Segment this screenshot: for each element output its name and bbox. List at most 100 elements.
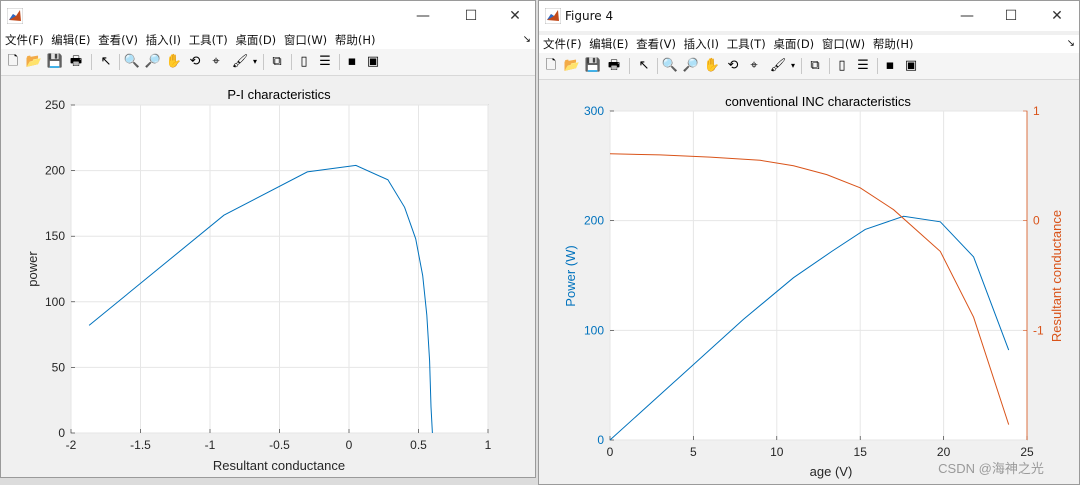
menu-edit[interactable]: 编辑(E) (585, 35, 628, 53)
pan-hand-icon[interactable]: ✋ (703, 57, 721, 75)
menu-tools[interactable]: 工具(T) (723, 35, 766, 53)
brush-icon[interactable]: 🖌 (769, 57, 787, 75)
menu-tools[interactable]: 工具(T) (185, 31, 228, 49)
menu-help[interactable]: 帮助(H) (869, 35, 914, 53)
menu-bar: 文件(F) 编辑(E) 查看(V) 插入(I) 工具(T) 桌面(D) 窗口(W… (1, 31, 535, 49)
y-tick-label: 200 (45, 164, 65, 178)
x-tick-label: -1.5 (130, 438, 151, 452)
y-tick-label: 100 (45, 295, 65, 309)
figure-toolbar: 🗋 📂 💾 🖶 ↖ 🔍 🔎 ✋ ⟲ ⌖ 🖌 ▾ ⧉ ▯ ☰ ▪ ▣ (539, 53, 1079, 80)
menu-view[interactable]: 查看(V) (94, 31, 138, 49)
rotate-3d-icon[interactable]: ⟲ (186, 53, 204, 71)
x-tick-label: 15 (854, 445, 868, 459)
link-plot-icon[interactable]: ⧉ (268, 53, 286, 71)
figure-window-1: — ☐ ✕ 文件(F) 编辑(E) 查看(V) 插入(I) 工具(T) 桌面(D… (0, 0, 536, 478)
y2-tick-label: 0 (1033, 214, 1040, 228)
x-tick-label: -0.5 (269, 438, 290, 452)
print-icon[interactable]: 🖶 (67, 53, 85, 71)
legend-icon[interactable]: ☰ (854, 57, 872, 75)
y-tick-label: 0 (597, 433, 604, 447)
y-tick-label: 200 (584, 214, 604, 228)
x-tick-label: 5 (690, 445, 697, 459)
save-icon[interactable]: 💾 (46, 53, 64, 71)
menu-desktop[interactable]: 桌面(D) (231, 31, 276, 49)
menu-window[interactable]: 窗口(W) (818, 35, 865, 53)
new-figure-icon[interactable]: 🗋 (4, 53, 22, 71)
select-arrow-icon[interactable]: ↖ (635, 57, 653, 75)
zoom-in-icon[interactable]: 🔍 (123, 53, 141, 71)
x-axis-label: Resultant conductance (213, 458, 345, 473)
open-file-icon[interactable]: 📂 (563, 57, 581, 75)
menu-insert[interactable]: 插入(I) (142, 31, 181, 49)
menu-edit[interactable]: 编辑(E) (47, 31, 90, 49)
show-plot-tools-icon[interactable]: ▣ (364, 53, 382, 71)
menu-help[interactable]: 帮助(H) (331, 31, 376, 49)
window-title: Figure 4 (565, 9, 614, 23)
pan-hand-icon[interactable]: ✋ (165, 53, 183, 71)
minimize-button[interactable]: — (401, 1, 445, 31)
menu-file[interactable]: 文件(F) (539, 35, 582, 53)
print-icon[interactable]: 🖶 (605, 57, 623, 75)
x-tick-label: 0 (346, 438, 353, 452)
zoom-out-icon[interactable]: 🔎 (144, 53, 162, 71)
link-plot-icon[interactable]: ⧉ (806, 57, 824, 75)
pi-characteristics-chart[interactable]: -2 -1.5 -1 -0.5 0 0.5 1 0 50 100 150 200 250 P-I cha… (1, 75, 536, 478)
rotate-3d-icon[interactable]: ⟲ (724, 57, 742, 75)
brush-dropdown-icon[interactable]: ▾ (251, 53, 259, 71)
minimize-button[interactable]: — (945, 1, 989, 31)
x-tick-label: 10 (770, 445, 784, 459)
maximize-button[interactable]: ☐ (449, 1, 493, 31)
figure-toolbar: 🗋 📂 💾 🖶 ↖ 🔍 🔎 ✋ ⟲ ⌖ 🖌 ▾ ⧉ ▯ ☰ ▪ ▣ (1, 49, 535, 76)
figure-window-2: Figure 4 — ☐ ✕ 文件(F) 编辑(E) 查看(V) 插入(I) 工… (538, 0, 1080, 485)
title-bar: Figure 4 — ☐ ✕ (539, 1, 1079, 31)
close-button[interactable]: ✕ (1035, 1, 1079, 31)
zoom-in-icon[interactable]: 🔍 (661, 57, 679, 75)
colorbar-icon[interactable]: ▯ (833, 57, 851, 75)
chart-title: conventional INC characteristics (725, 94, 911, 109)
chart-title: P-I characteristics (227, 87, 331, 102)
x-tick-label: 20 (937, 445, 951, 459)
menu-desktop[interactable]: 桌面(D) (769, 35, 814, 53)
new-figure-icon[interactable]: 🗋 (542, 57, 560, 75)
y-tick-label: 300 (584, 104, 604, 118)
y-tick-label: 50 (52, 360, 66, 374)
hide-plot-tools-icon[interactable]: ▪ (343, 53, 361, 71)
x-axis-label: age (V) (810, 464, 853, 479)
colorbar-icon[interactable]: ▯ (295, 53, 313, 71)
y-tick-label: 0 (58, 426, 65, 440)
y2-axis-label: Resultant conductance (1049, 210, 1064, 342)
y-tick-label: 250 (45, 98, 65, 112)
matlab-logo-icon (545, 8, 561, 24)
menu-insert[interactable]: 插入(I) (680, 35, 719, 53)
menu-file[interactable]: 文件(F) (1, 31, 44, 49)
x-tick-label: 1 (485, 438, 492, 452)
y-tick-label: 150 (45, 229, 65, 243)
save-icon[interactable]: 💾 (584, 57, 602, 75)
brush-icon[interactable]: 🖌 (231, 53, 249, 71)
brush-dropdown-icon[interactable]: ▾ (789, 57, 797, 75)
y-tick-label: 100 (584, 323, 604, 337)
y2-tick-label: -1 (1033, 323, 1044, 337)
maximize-button[interactable]: ☐ (989, 1, 1033, 31)
close-button[interactable]: ✕ (493, 1, 535, 31)
y-axis-label: Power (W) (563, 245, 578, 306)
data-cursor-icon[interactable]: ⌖ (745, 57, 763, 75)
x-tick-label: 0.5 (410, 438, 427, 452)
y2-tick-label: 1 (1033, 104, 1040, 118)
dock-arrow-icon[interactable]: ↘ (1067, 35, 1075, 53)
menu-bar: 文件(F) 编辑(E) 查看(V) 插入(I) 工具(T) 桌面(D) 窗口(W… (539, 35, 1079, 53)
x-tick-label: 0 (607, 445, 614, 459)
hide-plot-tools-icon[interactable]: ▪ (881, 57, 899, 75)
select-arrow-icon[interactable]: ↖ (97, 53, 115, 71)
inc-characteristics-chart[interactable]: 0 5 10 15 20 250100200300 10-1 conventional IN… (539, 79, 1080, 485)
data-cursor-icon[interactable]: ⌖ (207, 53, 225, 71)
title-bar: — ☐ ✕ (1, 1, 535, 31)
menu-view[interactable]: 查看(V) (632, 35, 676, 53)
show-plot-tools-icon[interactable]: ▣ (902, 57, 920, 75)
zoom-out-icon[interactable]: 🔎 (682, 57, 700, 75)
dock-arrow-icon[interactable]: ↘ (523, 31, 531, 49)
x-tick-label: 25 (1020, 445, 1034, 459)
menu-window[interactable]: 窗口(W) (280, 31, 327, 49)
open-file-icon[interactable]: 📂 (25, 53, 43, 71)
legend-icon[interactable]: ☰ (316, 53, 334, 71)
